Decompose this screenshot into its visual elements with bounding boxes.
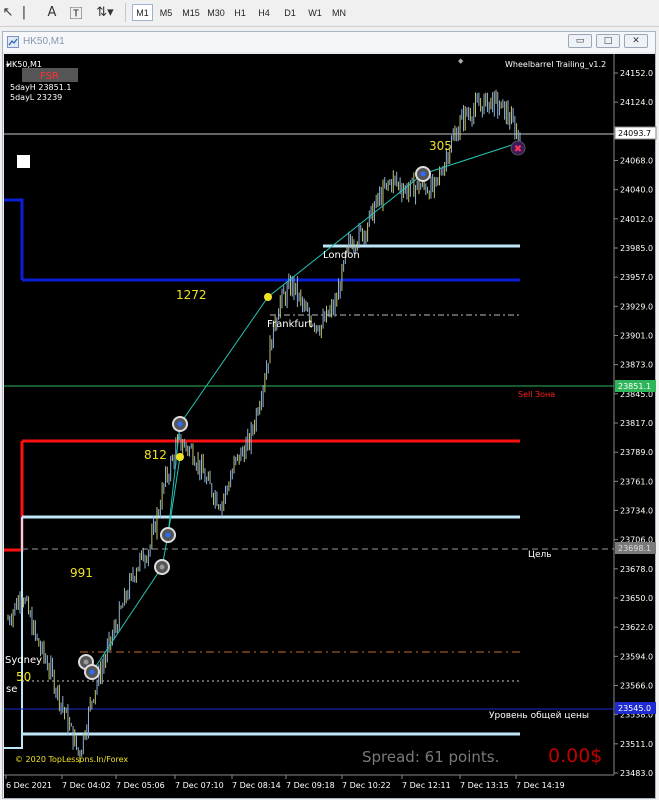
wave-label: 812: [144, 448, 167, 462]
swing-marker[interactable]: [84, 664, 100, 680]
current-price-box: 24093.7: [614, 126, 657, 140]
wave-label: 305: [429, 139, 452, 153]
price-tick-label: 23483.0: [620, 769, 653, 778]
time-tick-label: 7 Dec 09:18: [286, 781, 335, 790]
price-tick-label: 23678.0: [620, 565, 653, 574]
blue-price-box: 23545.0: [615, 702, 656, 714]
target-price-box: 23698.1: [615, 542, 656, 554]
time-tick-label: 7 Dec 04:02: [62, 781, 111, 790]
price-tick-label: 23566.0: [620, 682, 653, 691]
price-tick-label: 24068.0: [620, 157, 653, 166]
day-high-price-value: 23851.1: [618, 382, 651, 391]
swing-marker[interactable]: [172, 416, 188, 432]
day-low-label: 5dayL 23239: [10, 93, 62, 102]
price-tick-label: 24012.0: [620, 215, 653, 224]
price-tick-label: 23789.0: [620, 448, 653, 457]
svg-text:✖: ✖: [514, 144, 522, 155]
price-tick-label: 24040.0: [620, 186, 653, 195]
time-tick-label: 7 Dec 07:10: [175, 781, 224, 790]
spread-label: Spread: 61 points.: [362, 748, 499, 766]
price-tick-label: 23511.0: [620, 740, 653, 749]
price-tick-label: 23873.0: [620, 361, 653, 370]
price-tick-label: 23985.0: [620, 244, 653, 253]
copyright-label: © 2020 TopLessons.In/Forex: [15, 755, 128, 764]
target-label: Цель: [528, 550, 552, 560]
sydney-label: Sydney: [5, 655, 42, 666]
indicator-name: Wheelbarrel Trailing_v1.2: [505, 60, 606, 69]
general-price-label: Уровень общей цены: [489, 711, 589, 721]
time-tick-label: 6 Dec 2021: [6, 781, 52, 790]
white-square-marker[interactable]: [17, 155, 30, 168]
day-high-price-box: 23851.1: [615, 380, 656, 392]
profit-label: 0.00$: [548, 745, 602, 767]
price-tick-label: 24124.0: [620, 98, 653, 107]
price-chart[interactable]: ✖ HK50,M1 FSR 5dayH 23851.1 5dayL 23239 …: [0, 0, 659, 800]
price-tick-label: 23650.0: [620, 594, 653, 603]
price-tick-label: 23761.0: [620, 477, 653, 486]
price-tick-label: 23594.0: [620, 652, 653, 661]
time-tick-label: 7 Dec 13:15: [460, 781, 509, 790]
time-tick-label: 7 Dec 14:19: [516, 781, 565, 790]
blue-price-value: 23545.0: [618, 704, 651, 713]
time-tick-label: 7 Dec 08:14: [232, 781, 281, 790]
price-tick-label: 23817.0: [620, 419, 653, 428]
yellow-dot-marker: [264, 293, 272, 301]
price-tick-label: 24152.0: [620, 69, 653, 78]
fsr-label: FSR: [40, 71, 59, 82]
close-position-marker[interactable]: ✖: [510, 140, 526, 156]
wave-label: 991: [70, 566, 93, 580]
wave-label: 1272: [176, 288, 207, 302]
day-high-label: 5dayH 23851.1: [10, 83, 71, 92]
chart-background: [4, 54, 655, 798]
wave-label: 50: [16, 670, 31, 684]
time-tick-label: 7 Dec 12:11: [402, 781, 451, 790]
london-label: London: [323, 250, 360, 261]
target-price-value: 23698.1: [618, 544, 651, 553]
sell-zone-label: Sell Зона: [518, 390, 555, 399]
indicator-icon: ◆: [458, 57, 464, 65]
price-tick-label: 23622.0: [620, 623, 653, 632]
swing-marker[interactable]: [415, 166, 431, 182]
swing-marker[interactable]: [160, 527, 176, 543]
current-price-value: 24093.7: [618, 129, 651, 138]
price-tick-label: 23734.0: [620, 507, 653, 516]
price-tick-label: 23957.0: [620, 273, 653, 282]
yellow-dot-marker: [176, 453, 184, 461]
time-tick-label: 7 Dec 05:06: [116, 781, 165, 790]
symbol-label: HK50,M1: [6, 60, 42, 69]
sydney-cut-label: se: [6, 684, 17, 695]
frankfurt-label: Frankfurt: [267, 319, 312, 330]
time-tick-label: 7 Dec 10:22: [342, 781, 391, 790]
price-tick-label: 23929.0: [620, 302, 653, 311]
price-tick-label: 23901.0: [620, 332, 653, 341]
swing-marker[interactable]: [154, 559, 170, 575]
